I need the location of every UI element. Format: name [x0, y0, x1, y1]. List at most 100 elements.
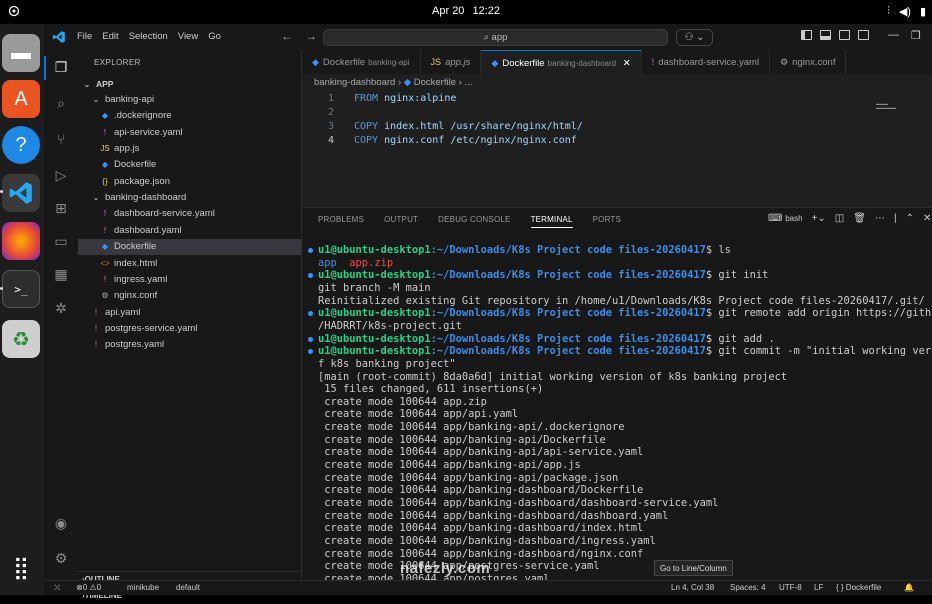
menu-edit[interactable]: Edit	[102, 31, 118, 42]
cursor-position[interactable]: Ln 4, Col 38	[671, 583, 714, 592]
toggle-panel-icon[interactable]	[820, 30, 831, 40]
docker-icon[interactable]: ▦	[52, 266, 70, 284]
maximize-panel-icon[interactable]: ⌃	[906, 213, 914, 224]
k8s-namespace[interactable]: default	[176, 583, 200, 592]
tree-file[interactable]: {} package.json	[78, 174, 302, 190]
editor-tab[interactable]: ! dashboard-service.yaml	[642, 50, 771, 74]
close-panel-icon[interactable]: ✕	[923, 213, 931, 224]
encoding[interactable]: UTF-8	[779, 583, 802, 592]
tree-file[interactable]: ! postgres-service.yaml	[78, 321, 302, 337]
tree-file[interactable]: ! api.yaml	[78, 305, 302, 321]
clock[interactable]: Apr 20 12:22	[0, 5, 932, 17]
tree-file[interactable]: ! dashboard.yaml	[78, 223, 302, 239]
help-icon[interactable]: ?	[2, 126, 40, 164]
firefox-icon[interactable]	[2, 222, 40, 260]
breadcrumb-more[interactable]: ...	[464, 77, 472, 88]
maximize-icon[interactable]: ❐	[911, 29, 921, 42]
extensions-icon[interactable]: ⊞	[52, 200, 70, 218]
run-debug-icon[interactable]: ▷	[52, 167, 70, 185]
tab-problems[interactable]: PROBLEMS	[318, 215, 364, 228]
remote-icon[interactable]: ⤫	[54, 583, 60, 593]
indentation[interactable]: Spaces: 4	[730, 583, 766, 592]
forward-arrow-icon[interactable]: →	[305, 29, 317, 43]
menu-file[interactable]: File	[77, 31, 92, 42]
editor-tab[interactable]: ◆ Dockerfile banking-api	[302, 50, 421, 74]
html-icon: <>	[100, 258, 110, 268]
tree-file[interactable]: ! dashboard-service.yaml	[78, 206, 302, 222]
copilot-button[interactable]: ⚇ ⌄	[676, 29, 713, 46]
terminal-shell-selector[interactable]: ⌨ bash	[768, 213, 803, 224]
system-tray[interactable]: ⫶ ◀) ▮	[887, 5, 926, 18]
editor-tab[interactable]: ⚙ nginx.conf	[770, 50, 847, 74]
explorer-icon[interactable]: ❐	[52, 59, 70, 77]
command-decoration-icon[interactable]	[308, 273, 313, 279]
remote-explorer-icon[interactable]: ▭	[52, 233, 70, 251]
tree-file[interactable]: ! ingress.yaml	[78, 272, 302, 288]
manage-gear-icon[interactable]: ⚙	[52, 550, 70, 568]
editor: ◆ Dockerfile banking-api JS app.js ◆ Dockerfil…	[302, 50, 932, 210]
back-arrow-icon[interactable]: ←	[281, 29, 293, 43]
prompt-user: u1@ubuntu-desktop1	[318, 345, 431, 358]
tree-file[interactable]: ! api-service.yaml	[78, 125, 302, 141]
tree-folder[interactable]: ⌄ banking-api	[78, 92, 302, 108]
tree-file[interactable]: <> index.html	[78, 256, 302, 272]
tree-file[interactable]: ◆ .dockerignore	[78, 108, 302, 124]
files-icon[interactable]: ▬	[2, 34, 40, 72]
tree-file[interactable]: ! postgres.yaml	[78, 337, 302, 353]
customize-layout-icon[interactable]	[858, 30, 869, 40]
error-icon: ⊗	[76, 583, 83, 592]
kill-terminal-icon[interactable]: 🗑	[853, 213, 866, 224]
prompt-path: :~/Downloads/K8s Project code files-2026…	[430, 244, 706, 256]
show-apps-icon[interactable]: ⣿	[2, 549, 40, 587]
toggle-primary-sidebar-icon[interactable]	[801, 30, 812, 40]
menu-selection[interactable]: Selection	[129, 31, 168, 42]
running-indicator	[0, 287, 3, 290]
editor-tab[interactable]: JS app.js	[421, 50, 482, 74]
tree-root[interactable]: ⌄ APP	[78, 76, 302, 92]
trash-icon[interactable]: ♻	[2, 320, 40, 358]
tree-file[interactable]: ⚙ nginx.conf	[78, 288, 302, 304]
terminal-icon[interactable]: >_	[2, 270, 40, 308]
command-decoration-icon[interactable]	[308, 248, 313, 253]
breadcrumb-file[interactable]: Dockerfile	[414, 77, 456, 88]
minimize-icon[interactable]: —	[888, 29, 899, 42]
tree-file[interactable]: ◆ Dockerfile	[78, 239, 302, 256]
terminal-output[interactable]: u1@ubuntu-desktop1 :~/Downloads/K8s Proje…	[302, 240, 932, 596]
command-decoration-icon[interactable]	[308, 336, 313, 342]
toggle-panel-size-icon[interactable]: |	[894, 213, 897, 224]
menu-view[interactable]: View	[178, 31, 198, 42]
command-decoration-icon[interactable]	[308, 311, 313, 317]
tab-output[interactable]: OUTPUT	[384, 215, 418, 228]
tree-folder[interactable]: ⌄ banking-dashboard	[78, 190, 302, 206]
tree-file[interactable]: JS app.js	[78, 141, 302, 157]
split-terminal-icon[interactable]: ◫	[835, 213, 844, 224]
tab-debug-console[interactable]: DEBUG CONSOLE	[438, 215, 510, 228]
line-endings[interactable]: LF	[814, 583, 823, 592]
source-control-icon[interactable]: ⑂	[52, 131, 70, 149]
new-terminal-icon[interactable]: +⌄	[812, 213, 826, 224]
breadcrumb-folder[interactable]: banking-dashboard	[314, 77, 395, 88]
search-icon[interactable]: ⌕	[52, 95, 70, 113]
breadcrumb: banking-dashboard › ◆ Dockerfile › ...	[314, 77, 473, 88]
vscode-icon[interactable]	[2, 174, 40, 212]
close-tab-icon[interactable]: ✕	[623, 58, 631, 69]
editor-tab[interactable]: ◆ Dockerfile banking-dashboard ✕	[481, 50, 642, 74]
kubernetes-icon[interactable]: ✲	[52, 300, 70, 318]
tab-ports[interactable]: PORTS	[593, 215, 621, 228]
tab-terminal[interactable]: TERMINAL	[530, 215, 573, 228]
accounts-icon[interactable]: ◉	[52, 515, 70, 533]
notifications-bell-icon[interactable]: 🔔	[904, 583, 914, 592]
menu-go[interactable]: Go	[208, 31, 221, 42]
language-mode[interactable]: { } Dockerfile	[836, 583, 881, 592]
tree-file[interactable]: ◆ Dockerfile	[78, 157, 302, 173]
more-actions-icon[interactable]: ⋯	[875, 213, 885, 224]
terminal-line: [main (root-commit) 8da0a6d] initial wor…	[318, 370, 788, 383]
command-center-search[interactable]: ⌕ app	[323, 29, 668, 46]
minimap[interactable]: ▬▬▬ ▬▬▬▬▬	[876, 102, 906, 110]
toggle-secondary-sidebar-icon[interactable]	[839, 30, 850, 40]
terminal-line: create mode 100644 app/banking-dashboard…	[318, 497, 719, 509]
app-center-icon[interactable]: A	[2, 80, 40, 118]
problems-indicator[interactable]: ⊗0 ⚠0	[76, 583, 101, 592]
command-decoration-icon[interactable]	[308, 349, 313, 355]
k8s-context[interactable]: minikube	[127, 583, 159, 592]
